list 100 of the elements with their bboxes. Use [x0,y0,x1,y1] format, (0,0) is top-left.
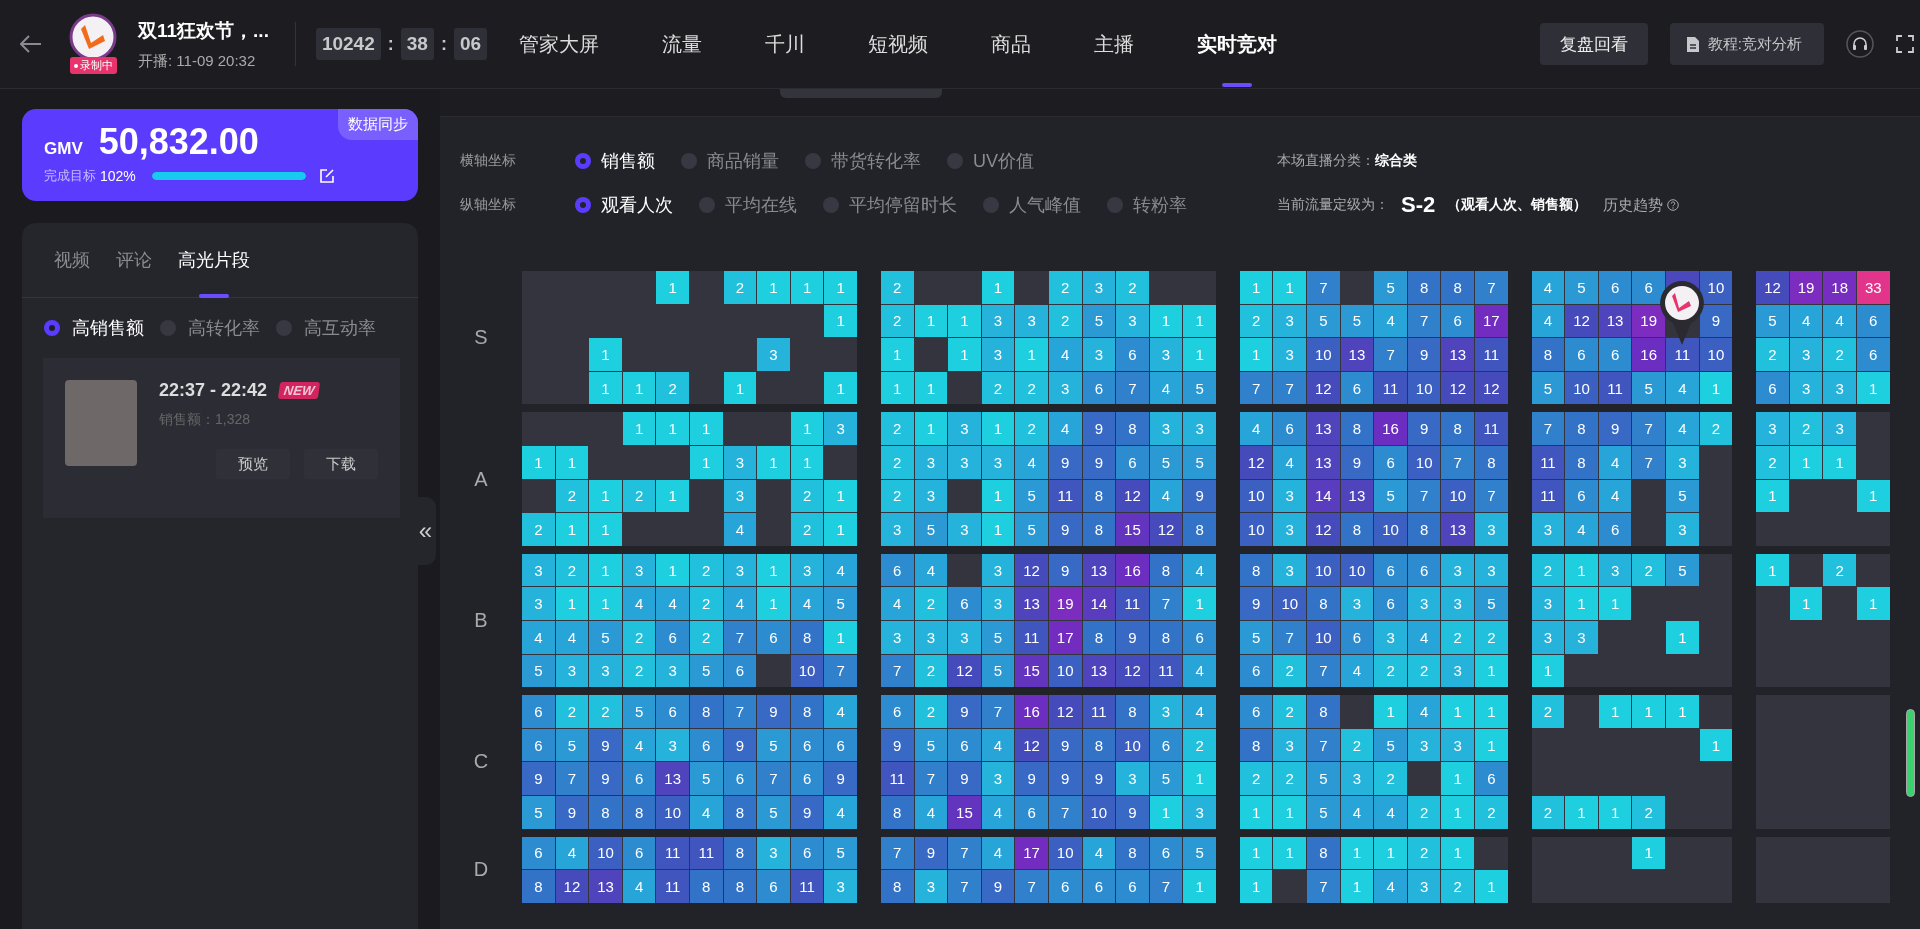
heatmap-cell: 1 [1441,695,1475,728]
heatmap-cell: 11 [1475,338,1508,371]
heatmap-cell: 5 [1374,271,1407,304]
radio-label[interactable]: 平均停留时长 [849,193,957,217]
heatmap-cell: 6 [656,620,689,654]
heatmap-cell: 1 [757,271,790,304]
panel-tab[interactable]: 评论 [116,223,152,297]
heatmap-cell: 2 [1823,553,1856,587]
heatmap-cell: 6 [790,762,824,795]
radio-label[interactable]: 高销售额 [72,316,144,340]
radio-label[interactable]: 转粉率 [1133,193,1187,217]
radio-button[interactable] [575,197,591,213]
radio-label[interactable]: UV价值 [973,149,1034,173]
radio-label[interactable]: 高互动率 [304,316,376,340]
radio-button[interactable] [699,197,715,213]
headset-icon[interactable] [1846,30,1874,58]
heatmap-cell: 4 [1149,371,1183,405]
heatmap-cell: 5 [622,695,656,728]
heatmap-cell: 6 [1441,304,1475,338]
heatmap-cell: 3 [1149,695,1183,728]
radio-label[interactable]: 销售额 [601,149,655,173]
heatmap-cell: 2 [981,371,1015,405]
heatmap-cell: 5 [1307,795,1340,829]
radio-button[interactable] [1107,197,1123,213]
heatmap-cell: 7 [1116,371,1149,405]
heatmap-cell: 1 [981,513,1015,546]
radio-button[interactable] [983,197,999,213]
heatmap-cell: 5 [1531,371,1565,405]
heatmap-cell: 7 [948,836,981,870]
nav-tab[interactable]: 流量 [662,0,703,88]
heatmap-cell: 1 [824,620,857,654]
grade-label: 当前流量定级为： [1277,196,1389,214]
nav-tab[interactable]: 短视频 [868,0,929,88]
radio-label[interactable]: 观看人次 [601,193,673,217]
radio-label[interactable]: 平均在线 [725,193,797,217]
clip-action-button[interactable]: 下载 [304,449,378,479]
heatmap-cell: 9 [757,695,790,728]
fullscreen-icon[interactable] [1896,35,1914,53]
heatmap-cell: 6 [1565,479,1598,513]
heatmap-cell: 10 [1699,338,1733,371]
heatmap-cell: 2 [1632,795,1665,829]
heatmap-cell: 6 [522,836,555,870]
heatmap-cell: 6 [757,870,790,903]
radio-button[interactable] [947,153,963,169]
heatmap-cell: 5 [1475,587,1508,620]
edit-icon[interactable] [319,169,334,183]
heatmap-cell: 1 [948,304,981,338]
nav-tab[interactable]: 主播 [1094,0,1135,88]
drag-handle[interactable] [780,89,942,98]
radio-button[interactable] [575,153,591,169]
heatmap-cell: 3 [1475,553,1508,587]
heatmap-cell: 2 [589,695,622,728]
heatmap-cell: 1 [1666,695,1699,728]
radio-button[interactable] [823,197,839,213]
heatmap-cell: 13 [1082,553,1116,587]
heatmap-cell: 2 [1273,654,1307,688]
clip-action-button[interactable]: 预览 [216,449,290,479]
heatmap-cell: 7 [1475,271,1508,304]
heatmap-cell: 5 [689,654,723,688]
heatmap-cell: 4 [689,795,723,829]
radio-label[interactable]: 带货转化率 [831,149,921,173]
nav-tab[interactable]: 千川 [765,0,806,88]
collapse-button[interactable]: « [415,497,436,565]
nav-tab[interactable]: 管家大屏 [519,0,600,88]
heatmap-cell: 5 [1149,762,1183,795]
scrollbar-thumb[interactable] [1906,709,1915,797]
heatmap-cell: 9 [880,728,914,762]
back-arrow-icon[interactable] [20,35,42,53]
help-icon[interactable] [1667,199,1680,211]
heatmap-cell: 10 [1441,479,1475,513]
radio-label[interactable]: 商品销量 [707,149,779,173]
heatmap-cell: 4 [1239,412,1273,445]
radio-button[interactable] [681,153,697,169]
heatmap-cell: 3 [1407,728,1441,762]
radio-label[interactable]: 高转化率 [188,316,260,340]
radio-button[interactable] [44,320,60,336]
nav-tab[interactable]: 实时竞对 [1197,0,1278,88]
heatmap-cell: 12 [1307,371,1340,405]
panel-tab[interactable]: 视频 [54,223,90,297]
radio-button[interactable] [805,153,821,169]
heatmap-cell: 6 [790,728,824,762]
heatmap-cell: 2 [1183,728,1216,762]
heatmap-cell: 7 [981,695,1015,728]
history-link[interactable]: 历史趋势 [1603,195,1664,215]
stream-title: 双11狂欢节，... [138,18,269,43]
replay-button[interactable]: 复盘回看 [1539,23,1648,65]
heatmap-cell: 9 [948,762,981,795]
panel-tab[interactable]: 高光片段 [178,223,250,297]
heatmap-cell: 5 [1149,445,1183,479]
heatmap-cell: 12 [555,870,589,903]
data-sync-button[interactable]: 数据同步 [338,109,418,140]
heatmap-cell: 3 [1374,620,1407,654]
heatmap-cell: 1 [1756,553,1789,587]
nav-tab[interactable]: 商品 [991,0,1032,88]
heatmap-cell: 7 [555,762,589,795]
heatmap-cell: 1 [757,553,790,587]
heatmap-cell: 2 [622,620,656,654]
radio-label[interactable]: 人气峰值 [1009,193,1081,217]
tutorial-button[interactable]: 教程:竞对分析 [1669,23,1824,65]
heatmap-cell: 3 [1441,728,1475,762]
